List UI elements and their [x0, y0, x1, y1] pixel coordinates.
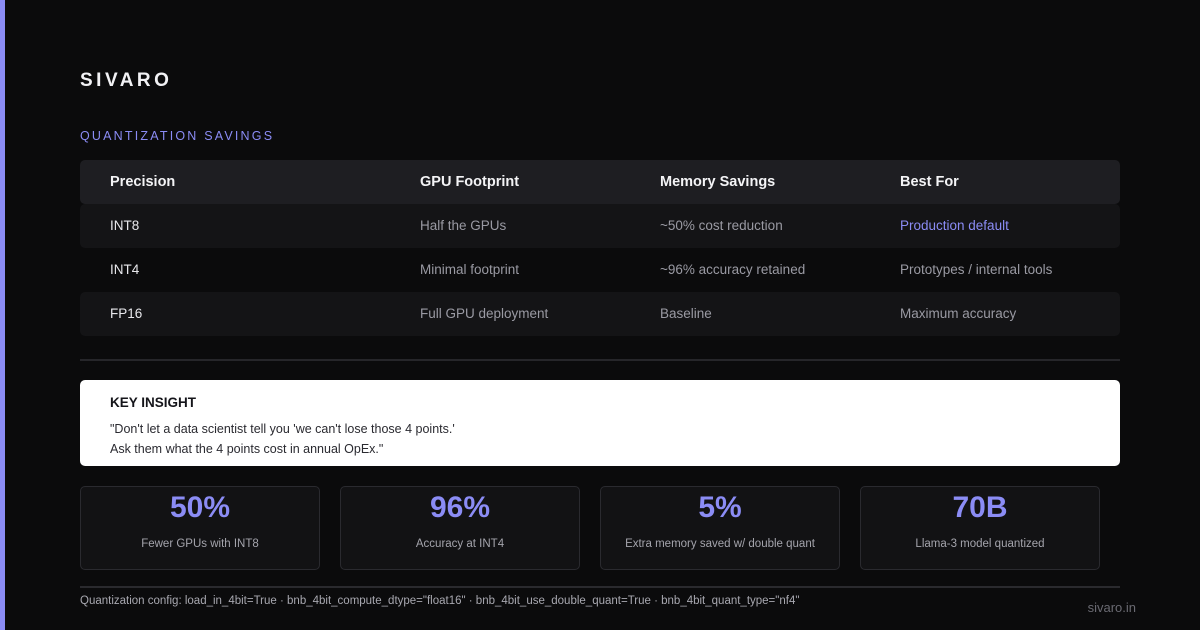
cell-precision: FP16 [110, 306, 143, 321]
cell-best-for: Maximum accuracy [900, 306, 1017, 321]
cell-best-for: Production default [900, 218, 1009, 233]
stat-value: 50% [169, 491, 231, 524]
table-row: INT4 Minimal footprint ~96% accuracy ret… [80, 248, 1120, 292]
cell-memory-savings: ~96% accuracy retained [660, 262, 806, 277]
header-best-for: Best For [900, 174, 959, 190]
stat-label: Llama-3 model quantized [915, 538, 1045, 550]
table-row: FP16 Full GPU deployment Baseline Maximu… [80, 292, 1120, 336]
cell-best-for: Prototypes / internal tools [900, 262, 1053, 277]
quantization-table: Precision GPU Footprint Memory Savings B… [80, 160, 1120, 336]
header-gpu-footprint: GPU Footprint [420, 174, 520, 190]
section-title: QUANTIZATION SAVINGS [80, 129, 275, 143]
header-precision: Precision [110, 174, 176, 190]
cell-memory-savings: Baseline [660, 306, 712, 321]
header-memory-savings: Memory Savings [660, 174, 776, 190]
accent-bar [0, 0, 5, 630]
stat-card: 70B Llama-3 model quantized [860, 486, 1100, 570]
cell-precision: INT4 [110, 262, 140, 277]
insight-quote-line-1: "Don't let a data scientist tell you 'we… [110, 422, 455, 436]
cell-gpu-footprint: Full GPU deployment [420, 306, 549, 321]
brand-logo: SIVARO [80, 70, 173, 91]
stat-label: Accuracy at INT4 [415, 538, 505, 550]
insight-quote-line-2: Ask them what the 4 points cost in annua… [110, 442, 384, 456]
table-row: INT8 Half the GPUs ~50% cost reduction P… [80, 204, 1120, 248]
stat-value: 5% [698, 491, 742, 524]
site-url: sivaro.in [1087, 600, 1136, 615]
cell-precision: INT8 [110, 218, 140, 233]
stat-value: 96% [429, 491, 491, 524]
cell-gpu-footprint: Minimal footprint [420, 262, 520, 277]
section-divider [80, 359, 1120, 361]
key-insight-card: KEY INSIGHT "Don't let a data scientist … [80, 380, 1120, 466]
stat-card: 5% Extra memory saved w/ double quant [600, 486, 840, 570]
stat-card: 96% Accuracy at INT4 [340, 486, 580, 570]
footer-divider [80, 586, 1120, 588]
stat-label: Fewer GPUs with INT8 [141, 538, 259, 550]
quantization-config-text: Quantization config: load_in_4bit=True ·… [80, 595, 800, 607]
insight-title: KEY INSIGHT [110, 395, 197, 410]
stat-label: Extra memory saved w/ double quant [625, 538, 815, 550]
stat-value: 70B [952, 491, 1008, 524]
table-header-row: Precision GPU Footprint Memory Savings B… [80, 160, 1120, 204]
cell-memory-savings: ~50% cost reduction [660, 218, 783, 233]
stat-card: 50% Fewer GPUs with INT8 [80, 486, 320, 570]
cell-gpu-footprint: Half the GPUs [420, 218, 507, 233]
